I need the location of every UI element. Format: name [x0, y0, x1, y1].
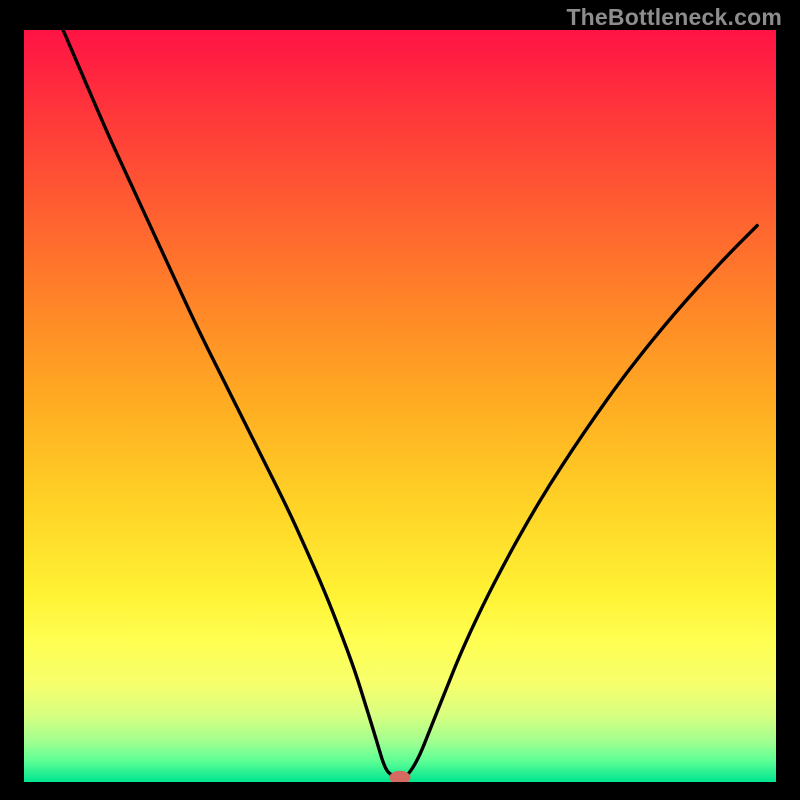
watermark-text: TheBottleneck.com: [566, 4, 782, 31]
gradient-background: [24, 30, 776, 782]
chart-container: TheBottleneck.com: [0, 0, 800, 800]
plot-area: [24, 30, 776, 782]
chart-svg: [24, 30, 776, 782]
